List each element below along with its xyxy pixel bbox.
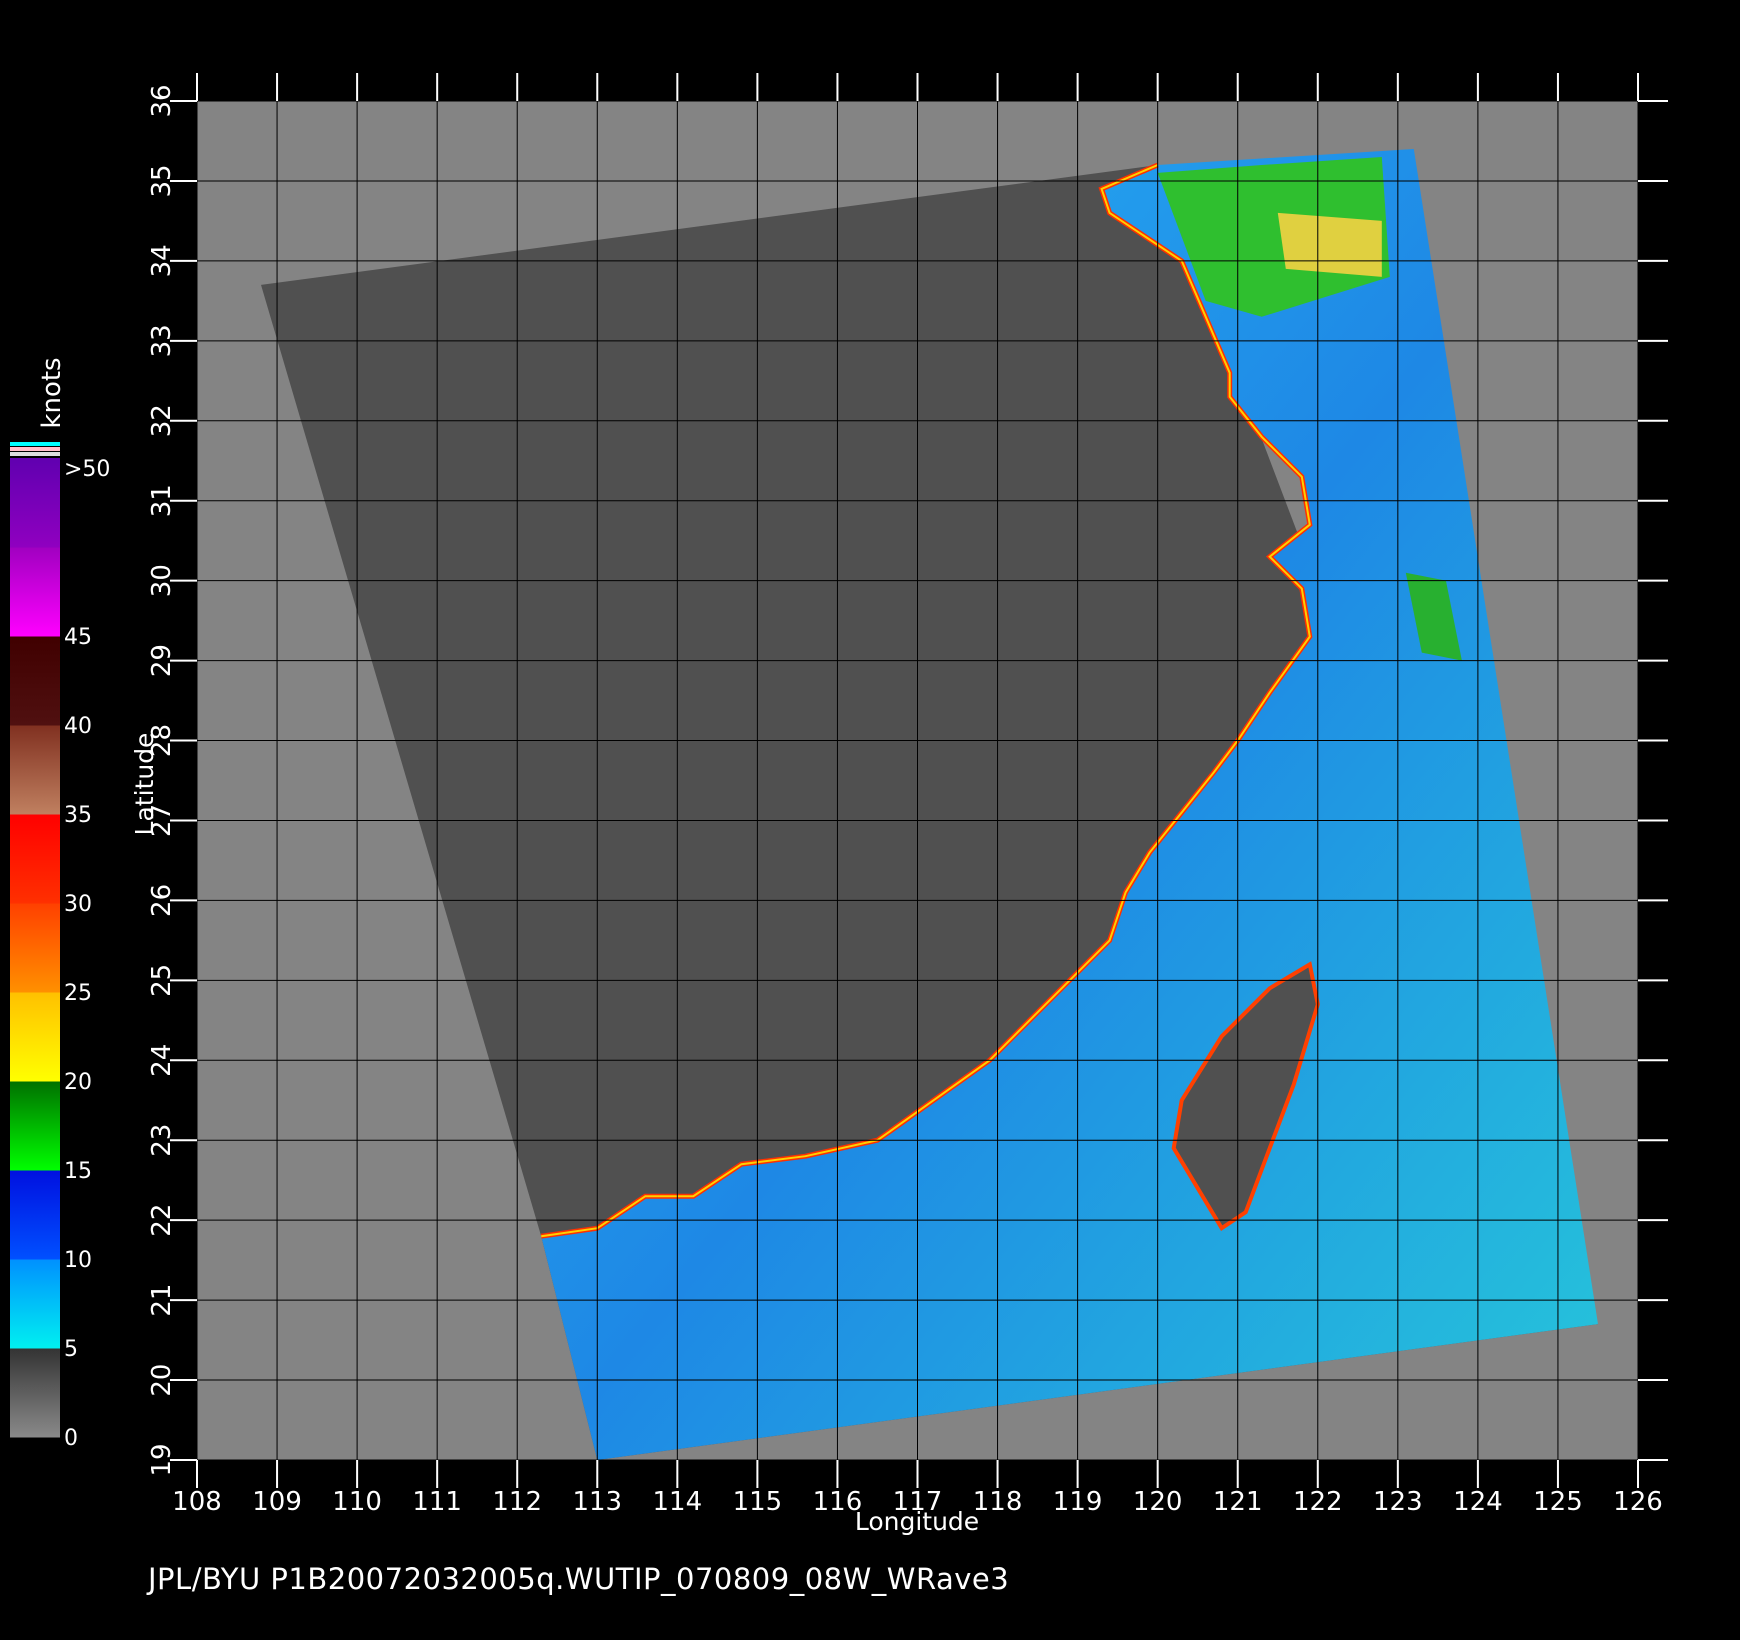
colorbar-label: 0 [64,1426,78,1451]
colorbar-label: 25 [64,981,92,1006]
colorbar-band [10,903,60,993]
lat-tick-label: 31 [147,484,177,517]
lon-tick-label: 110 [332,1487,382,1517]
colorbar-label: 20 [64,1070,92,1095]
lat-tick-label: 22 [147,1204,177,1237]
colorbar-band [10,992,60,1082]
colorbar-band [10,636,60,726]
lat-tick-label: 32 [147,404,177,437]
lon-tick-label: 108 [172,1487,222,1517]
lon-tick-label: 109 [252,1487,302,1517]
lat-tick-label: 36 [147,84,177,117]
colorbar-cap [10,452,60,456]
wind-patch-north-strong [1277,212,1382,277]
lat-tick-label: 34 [147,244,177,277]
colorbar-cap [10,447,60,451]
lon-tick-label: 126 [1613,1487,1663,1517]
colorbar-label: 35 [64,803,92,828]
lon-tick-label: 125 [1533,1487,1583,1517]
y-axis-label: Latitude [130,733,159,836]
lat-tick-label: 24 [147,1044,177,1077]
lon-tick-label: 111 [412,1487,462,1517]
colorbar-band [10,458,60,548]
colorbar-label: >50 [64,457,110,482]
colorbar-band [10,547,60,637]
colorbar-band [10,814,60,904]
colorbar-label: 45 [64,625,92,650]
colorbar-unit-label: knots [37,357,67,428]
lon-tick-label: 118 [973,1487,1023,1517]
lon-tick-label: 112 [492,1487,542,1517]
lon-tick-label: 119 [1053,1487,1103,1517]
lon-tick-label: 114 [653,1487,703,1517]
colorbar-label: 5 [64,1337,78,1362]
colorbar-band [10,1259,60,1349]
colorbar-band [10,1170,60,1260]
lon-tick-label: 115 [733,1487,783,1517]
lat-tick-label: 20 [147,1364,177,1397]
colorbar-label: 40 [64,714,92,739]
lat-tick-label: 33 [147,324,177,357]
map-plot-area [197,101,1638,1460]
colorbar-label: 10 [64,1248,92,1273]
lon-tick-label: 113 [572,1487,622,1517]
lon-tick-label: 124 [1453,1487,1503,1517]
colorbar-label: 15 [64,1159,92,1184]
figure-caption: JPL/BYU P1B20072032005q.WUTIP_070809_08W… [148,1562,1010,1596]
lon-tick-label: 122 [1293,1487,1343,1517]
lon-tick-label: 121 [1213,1487,1263,1517]
wind-map-figure: 108 109 110 111 112 113 114 115 116 117 118 119 120 1… [10,73,1668,1536]
x-axis-label: Longitude [855,1507,979,1536]
lat-tick-label: 29 [147,644,177,677]
colorbar-band [10,725,60,815]
lat-tick-label: 21 [147,1284,177,1317]
lon-tick-label: 123 [1373,1487,1423,1517]
lat-tick-label: 25 [147,964,177,997]
lat-tick-label: 26 [147,884,177,917]
lat-tick-label: 35 [147,164,177,197]
colorbar-band [10,1081,60,1171]
colorbar-band [10,1348,60,1438]
lon-tick-label: 120 [1133,1487,1183,1517]
lat-tick-label: 19 [147,1443,177,1476]
colorbar-cap [10,442,60,446]
colorbar-label: 30 [64,892,92,917]
wind-speed-colorbar: 0 5 10 15 20 25 30 35 40 45 >50 [10,442,110,1451]
lat-tick-label: 23 [147,1124,177,1157]
lat-tick-label: 30 [147,564,177,597]
